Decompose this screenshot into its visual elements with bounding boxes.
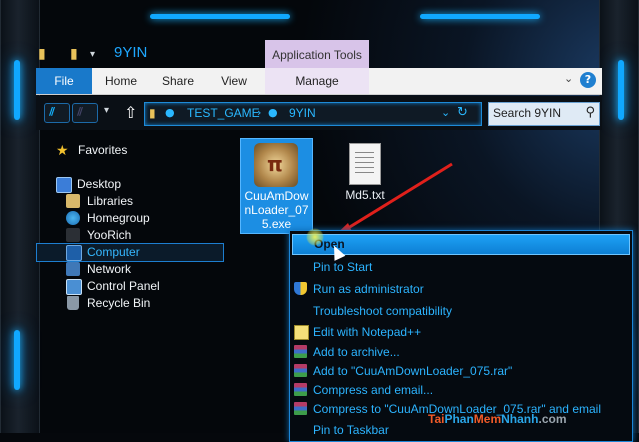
winrar-icon xyxy=(294,383,307,396)
menu-item-edit-notepad[interactable]: Edit with Notepad++ xyxy=(292,323,628,342)
context-menu: Open Pin to Start Run as administrator T… xyxy=(289,230,633,442)
menu-item-troubleshoot[interactable]: Troubleshoot compatibility xyxy=(292,302,628,321)
cursor-highlight xyxy=(306,228,324,246)
notepad-plus-plus-icon xyxy=(294,325,309,340)
watermark-part: Phan xyxy=(444,412,474,426)
uac-shield-icon xyxy=(294,282,307,295)
menu-label: Pin to Start xyxy=(313,260,373,274)
watermark: TaiPhanMemNhanh.com xyxy=(428,412,567,426)
menu-item-run-as-admin[interactable]: Run as administrator xyxy=(292,280,628,299)
menu-label: Add to "CuuAmDownLoader_075.rar" xyxy=(313,364,513,378)
winrar-icon xyxy=(294,364,307,377)
menu-label: Troubleshoot compatibility xyxy=(313,304,452,318)
menu-label: Run as administrator xyxy=(313,282,424,296)
watermark-part: Nhanh xyxy=(501,412,539,426)
menu-item-pin-to-start[interactable]: Pin to Start xyxy=(292,258,628,277)
winrar-icon xyxy=(294,345,307,358)
menu-item-add-to-archive[interactable]: Add to archive... xyxy=(292,343,628,362)
menu-label: Add to archive... xyxy=(313,345,400,359)
menu-item-compress-email[interactable]: Compress and email... xyxy=(292,381,628,400)
menu-label: Pin to Taskbar xyxy=(313,423,389,437)
menu-item-add-to-rar[interactable]: Add to "CuuAmDownLoader_075.rar" xyxy=(292,362,628,381)
menu-label: Compress and email... xyxy=(313,383,434,397)
menu-label: Edit with Notepad++ xyxy=(313,325,422,339)
winrar-icon xyxy=(294,402,307,415)
watermark-part: Mem xyxy=(473,412,502,426)
watermark-part: .com xyxy=(538,412,567,426)
watermark-part: Tai xyxy=(428,412,445,426)
